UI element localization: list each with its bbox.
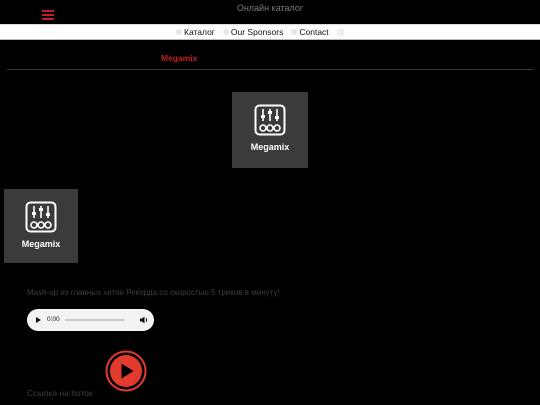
- page-title: Megamix: [161, 53, 198, 63]
- site-title: Онлайн каталог: [236, 3, 304, 13]
- description-text: Mash-up из главных хитов Рекорда со скор…: [27, 288, 280, 297]
- divider: [7, 69, 533, 70]
- megamix-tile-large[interactable]: Megamix: [232, 92, 308, 168]
- megamix-tile-small[interactable]: Megamix: [4, 189, 78, 263]
- stream-link[interactable]: Ссылка на поток: [27, 388, 93, 398]
- equalizer-icon: [25, 201, 57, 233]
- play-icon[interactable]: [36, 317, 41, 323]
- catalog-icon: [176, 29, 182, 35]
- seek-bar[interactable]: [65, 319, 125, 321]
- tile-label: Megamix: [250, 142, 290, 152]
- playback-time: 0:00: [47, 316, 60, 323]
- volume-icon[interactable]: [139, 315, 149, 325]
- audio-player: 0:00: [27, 309, 154, 331]
- nav-item-catalog[interactable]: Каталог: [176, 27, 215, 37]
- top-bar: Онлайн каталог: [0, 0, 540, 24]
- equalizer-icon: [254, 104, 286, 136]
- nav-extra-icon[interactable]: [336, 28, 344, 36]
- phone-icon: [291, 29, 298, 35]
- nav-bar: Каталог Our Sponsors Contact: [0, 24, 540, 40]
- stream-play-button[interactable]: [105, 350, 147, 392]
- tile-label: Megamix: [21, 239, 61, 249]
- nav-item-label: Contact: [299, 27, 329, 37]
- nav-item-contact[interactable]: Contact: [291, 27, 329, 37]
- nav-item-label: Каталог: [184, 27, 215, 37]
- nav-item-label: Our Sponsors: [230, 27, 284, 37]
- nav-item-sponsors[interactable]: Our Sponsors: [222, 27, 284, 37]
- sponsors-icon: [222, 29, 229, 35]
